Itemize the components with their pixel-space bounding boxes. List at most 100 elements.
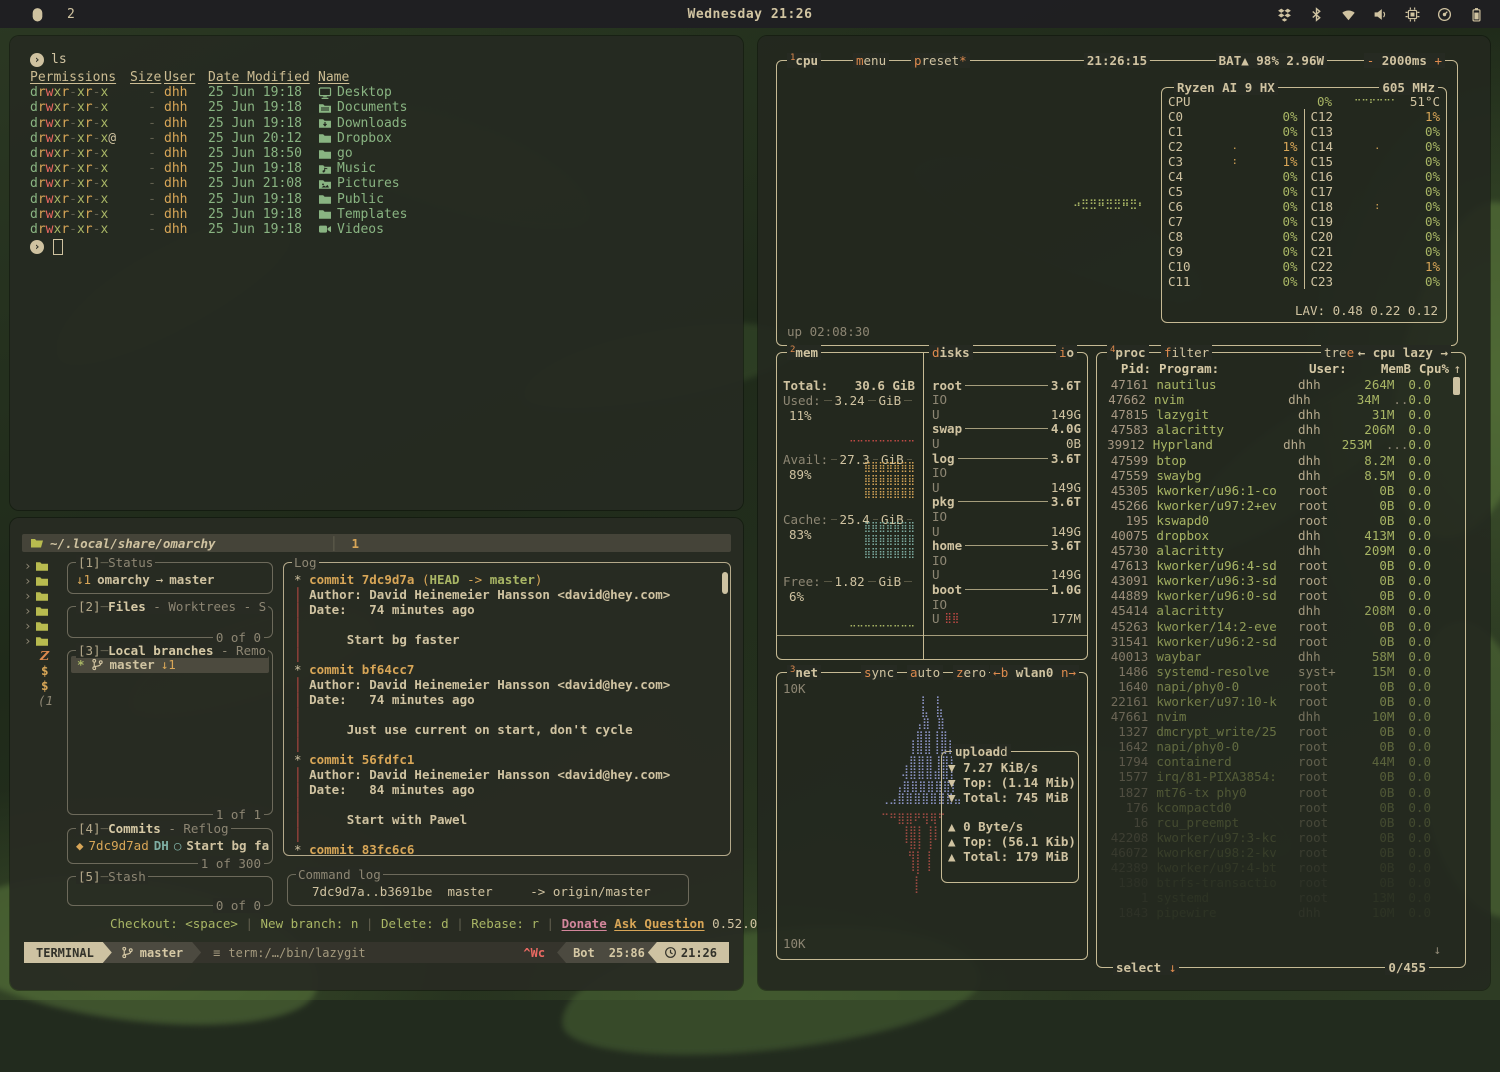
process-row[interactable]: 47613kworker/u96:4-sdroot0B0.0 (1103, 558, 1449, 573)
volume-icon[interactable] (1373, 7, 1388, 22)
preset-button[interactable]: preset* (911, 53, 970, 68)
process-row[interactable]: 1794containerdroot44M0.0 (1103, 754, 1449, 769)
process-row[interactable]: 44889kworker/u96:0-sdroot0B0.0 (1103, 588, 1449, 603)
tree-item-folder[interactable]: › (24, 588, 68, 603)
interval-increase[interactable]: + (1434, 53, 1442, 68)
process-row[interactable]: 1642napi/phy0-0root0B0.0 (1103, 739, 1449, 754)
header-pid[interactable]: Pid: (1103, 361, 1151, 376)
tree-item-folder[interactable]: › (24, 573, 68, 588)
keybind-hint[interactable]: Delete: d (381, 916, 449, 931)
process-row[interactable]: 1640napi/phy0-0root0B0.0 (1103, 679, 1449, 694)
filter-button[interactable]: filter (1161, 345, 1212, 360)
wifi-icon[interactable] (1341, 7, 1356, 22)
process-row[interactable]: 45305kworker/u96:1-coroot0B0.0 (1103, 483, 1449, 498)
lazygit-files-panel[interactable]: [2]─Files - Worktrees - S 0 of 0 (67, 606, 273, 638)
net-zero-button[interactable]: zero (953, 665, 989, 680)
process-row[interactable]: 42389kworker/u97:4-btroot0B0.0 (1103, 860, 1449, 875)
iface-next-button[interactable]: n→ (1061, 665, 1076, 680)
process-row[interactable]: 46072kworker/u98:2-kvroot0B0.0 (1103, 845, 1449, 860)
file-size: - (130, 116, 156, 131)
process-row[interactable]: 195kswapd0root0B0.0 (1103, 513, 1449, 528)
tree-item-folder[interactable]: › (24, 633, 68, 648)
process-row[interactable]: 47599btopdhh8.2M0.0 (1103, 452, 1449, 467)
process-row[interactable]: 43091kworker/u96:3-sdroot0B0.0 (1103, 573, 1449, 588)
bluetooth-icon[interactable] (1309, 7, 1324, 22)
header-program[interactable]: Program: (1151, 361, 1309, 376)
tree-item-shell-script[interactable]: $ (24, 663, 68, 678)
process-row[interactable]: 47661nvimdhh10M0.0 (1103, 709, 1449, 724)
tab-1[interactable]: 1 (352, 536, 360, 551)
net-auto-button[interactable]: auto (907, 665, 943, 680)
process-row[interactable]: 40075dropboxdhh413M0.0 (1103, 528, 1449, 543)
lazygit-log-panel[interactable]: Log * commit 7dc9d7a (HEAD -> master)│ A… (283, 562, 731, 856)
prompt-line-active[interactable]: › (30, 239, 743, 255)
lazygit-status-panel[interactable]: [1]─Status ↓1omarchy→master (67, 562, 273, 594)
scroll-down-icon[interactable]: ↓ (1433, 942, 1441, 957)
ask-question-link[interactable]: Ask Question (614, 916, 704, 931)
process-row[interactable]: 1843pipewiredhh10M0.0 (1103, 905, 1449, 920)
log-commit-line[interactable]: * commit bf64cc7 (294, 662, 720, 677)
update-interval[interactable]: - 2000ms + (1364, 53, 1445, 68)
lazygit-branches-panel[interactable]: [3]─Local branches - Remo * master ↓1 1 … (67, 650, 273, 815)
process-row[interactable]: 42208kworker/u97:3-kcroot0B0.0 (1103, 830, 1449, 845)
branch-row-selected[interactable]: * master ↓1 (71, 656, 269, 673)
keybind-hint[interactable]: New branch: n (261, 916, 359, 931)
log-commit-line[interactable]: * commit 7dc9d7a (HEAD -> master) (294, 572, 720, 587)
menu-button[interactable]: menu (853, 53, 889, 68)
lazygit-commits-panel[interactable]: [4]─Commits - Reflog ◆ 7dc9d7ad DH ○ Sta… (67, 828, 273, 864)
select-hint[interactable]: select ↓ (1113, 960, 1179, 975)
process-row[interactable]: 47815lazygitdhh31M0.0 (1103, 407, 1449, 422)
process-row[interactable]: 1827mt76-tx phy0root0B0.0 (1103, 785, 1449, 800)
header-cpu[interactable]: Cpu% (1411, 361, 1449, 376)
keybind-hint[interactable]: Checkout: <space> (110, 916, 238, 931)
process-row[interactable]: 1380btrfs-transactioroot0B0.0 (1103, 875, 1449, 890)
tree-item-collapsed[interactable]: (1 (24, 693, 68, 708)
tree-item-zsh-file[interactable]: Z (24, 648, 68, 663)
process-user: root (1298, 815, 1347, 830)
omarchy-logo-icon[interactable] (30, 7, 45, 22)
process-row[interactable]: 22161kworker/u97:10-kroot0B0.0 (1103, 694, 1449, 709)
log-commit-line[interactable]: * commit 56fdfc1 (294, 752, 720, 767)
process-row[interactable]: 40013waybardhh58M0.0 (1103, 649, 1449, 664)
process-row[interactable]: 47161nautilusdhh264M0.0 (1103, 377, 1449, 392)
proc-nav[interactable]: ← cpu lazy → (1355, 345, 1451, 360)
gauge-icon[interactable] (1437, 7, 1452, 22)
header-mem[interactable]: MemB (1361, 361, 1411, 376)
iface-prev-button[interactable]: ←b (993, 665, 1008, 680)
process-row[interactable]: 45266kworker/u97:2+evroot0B0.0 (1103, 498, 1449, 513)
battery-icon[interactable] (1469, 7, 1484, 22)
tree-item-folder[interactable]: › (24, 618, 68, 633)
process-row[interactable]: 1486systemd-resolvesyst+15M0.0 (1103, 664, 1449, 679)
log-scrollbar[interactable] (722, 572, 728, 594)
process-row[interactable]: 47583alacrittydhh206M0.0 (1103, 422, 1449, 437)
process-row[interactable]: 16rcu_preemptroot0B0.0 (1103, 815, 1449, 830)
process-row[interactable]: 1systemdroot13M0.0 (1103, 890, 1449, 905)
commit-row[interactable]: ◆ 7dc9d7ad DH ○ Start bg fa (68, 838, 272, 853)
tree-item-folder[interactable]: › (24, 558, 68, 573)
tree-item-folder[interactable]: › (24, 603, 68, 618)
tree-item-shell-script[interactable]: $ (24, 678, 68, 693)
process-row[interactable]: 39912Hyprlanddhh253M...0.0 (1103, 437, 1449, 452)
donate-link[interactable]: Donate (562, 916, 607, 931)
header-user[interactable]: User: (1309, 361, 1361, 376)
process-row[interactable]: 47662nvimdhh34M..0.0 (1103, 392, 1449, 407)
process-row[interactable]: 45414alacrittydhh208M0.0 (1103, 603, 1449, 618)
process-row[interactable]: 1327dmcrypt_write/25root0B0.0 (1103, 724, 1449, 739)
process-row[interactable]: 45263kworker/14:2-everoot0B0.0 (1103, 619, 1449, 634)
chip-icon[interactable] (1405, 7, 1420, 22)
proc-scrollbar[interactable] (1453, 377, 1460, 395)
lazygit-stash-panel[interactable]: [5]─Stash 0 of 0 (67, 876, 273, 906)
net-sync-button[interactable]: sync (861, 665, 897, 680)
process-row[interactable]: 47559swaybgdhh8.5M0.0 (1103, 468, 1449, 483)
process-row[interactable]: 1577irq/81-PIXA3854:root0B0.0 (1103, 769, 1449, 784)
scroll-up-icon[interactable]: ↑ (1453, 361, 1461, 376)
process-row[interactable]: 31541kworker/u96:2-sdroot0B0.0 (1103, 634, 1449, 649)
keybind-hint[interactable]: Rebase: r (471, 916, 539, 931)
tree-button[interactable]: tree (1321, 345, 1357, 360)
terminal-cursor[interactable] (53, 239, 63, 255)
workspace-indicator[interactable]: 2 (67, 7, 75, 22)
dropbox-icon[interactable] (1277, 7, 1292, 22)
process-row[interactable]: 176kcompactd0root0B0.0 (1103, 800, 1449, 815)
process-row[interactable]: 45730alacrittydhh209M0.0 (1103, 543, 1449, 558)
log-commit-line[interactable]: * commit 83fc6c6 (294, 842, 720, 857)
